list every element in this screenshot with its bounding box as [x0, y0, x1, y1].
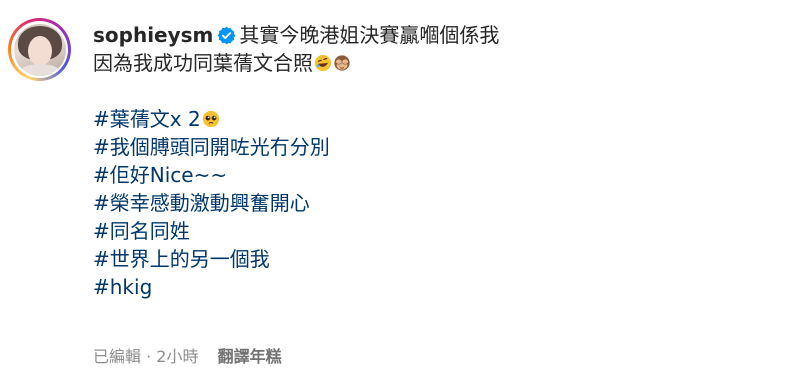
hashtag-link[interactable]: #我個膊頭同開咗光冇分別	[93, 135, 330, 159]
avatar-face	[27, 35, 52, 66]
hashtag-line-6: #世界上的另一個我	[93, 245, 780, 273]
avatar-border	[11, 21, 68, 78]
post-meta: 已編輯 · 2小時 翻譯年糕	[93, 346, 282, 368]
caption-text-line-2: 因為我成功同葉蒨文合照	[93, 51, 313, 75]
verified-badge-icon	[218, 26, 236, 45]
hashtag-line-1: #葉蒨文x 2	[93, 105, 780, 133]
see-no-evil-monkey-emoji	[334, 55, 350, 71]
hashtag-line-7: #hkig	[93, 273, 780, 301]
hashtag-link[interactable]: #hkig	[93, 275, 152, 299]
hashtag-link[interactable]: #榮幸感動激動興奮開心	[93, 191, 310, 215]
caption-line-2: 因為我成功同葉蒨文合照	[93, 49, 780, 77]
avatar-body	[17, 63, 62, 76]
avatar[interactable]	[13, 23, 66, 76]
story-ring[interactable]	[8, 18, 71, 81]
hashtag-link[interactable]: #世界上的另一個我	[93, 247, 270, 271]
meta-separator: ·	[146, 347, 152, 366]
hashtag-line-4: #榮幸感動激動興奮開心	[93, 189, 780, 217]
hashtag-line-2: #我個膊頭同開咗光冇分別	[93, 133, 780, 161]
translate-button[interactable]: 翻譯年糕	[218, 347, 282, 366]
caption-line-1: sophieysm 其實今晚港姐決賽贏嗰個係我	[93, 21, 780, 49]
caption-text-line-1: 其實今晚港姐決賽贏嗰個係我	[239, 23, 500, 47]
hashtag-link[interactable]: #同名同姓	[93, 219, 190, 243]
caption: sophieysm 其實今晚港姐決賽贏嗰個係我 因為我成功同葉蒨文合照 #葉蒨文…	[93, 21, 780, 301]
rolling-laughing-emoji	[314, 54, 332, 72]
post-timestamp[interactable]: 2小時	[156, 347, 198, 366]
hashtag-line-5: #同名同姓	[93, 217, 780, 245]
hashtag-line-3: #佢好Nice~~	[93, 161, 780, 189]
hashtag-link[interactable]: #佢好Nice~~	[93, 163, 227, 187]
pleading-face-emoji	[202, 110, 219, 128]
instagram-post-caption: sophieysm 其實今晚港姐決賽贏嗰個係我 因為我成功同葉蒨文合照 #葉蒨文…	[0, 0, 800, 388]
edited-label: 已編輯	[93, 347, 142, 366]
hashtag-link[interactable]: #葉蒨文x 2	[93, 107, 201, 131]
username-link[interactable]: sophieysm	[93, 23, 213, 47]
